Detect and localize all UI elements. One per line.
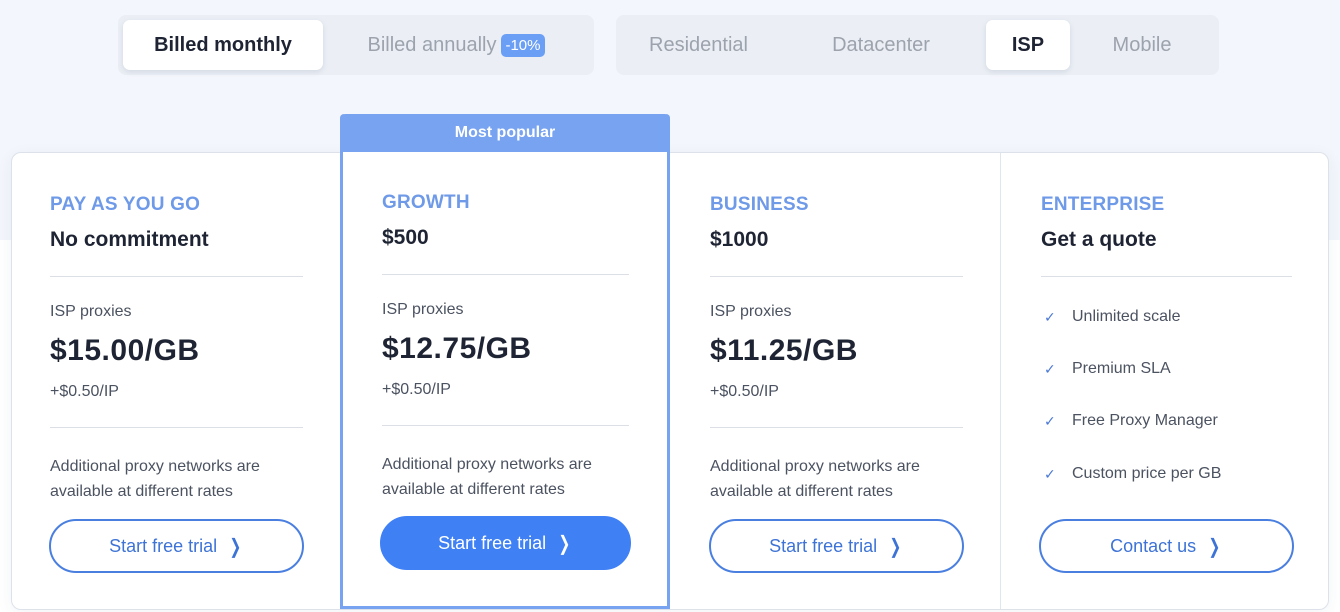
divider (50, 276, 303, 277)
button-label: Start free trial (438, 532, 547, 553)
tab-mobile-label: Mobile (1112, 33, 1172, 56)
feature-item: ✓ Premium SLA (1044, 360, 1171, 378)
check-icon: ✓ (1044, 308, 1056, 325)
divider (382, 425, 629, 426)
feature-label: Premium SLA (1072, 360, 1171, 377)
billing-monthly-label: Billed monthly (154, 33, 292, 56)
tab-residential-label: Residential (649, 33, 748, 56)
contact-us-button[interactable]: Contact us ❯ (1039, 519, 1294, 573)
button-label: Start free trial (769, 535, 878, 556)
plan-name: GROWTH (382, 192, 470, 213)
most-popular-badge: Most popular (340, 114, 670, 152)
chevron-right-icon: ❯ (558, 532, 571, 555)
tab-residential[interactable]: Residential (621, 20, 776, 70)
ip-price: +$0.50/IP (382, 381, 451, 398)
plan-name: PAY AS YOU GO (50, 194, 201, 215)
feature-item: ✓ Free Proxy Manager (1044, 412, 1218, 430)
divider (1041, 276, 1292, 277)
feature-label: Free Proxy Manager (1072, 412, 1218, 429)
divider (382, 274, 629, 275)
ip-price: +$0.50/IP (50, 383, 119, 400)
enterprise-divider (1000, 153, 1001, 609)
feature-item: ✓ Unlimited scale (1044, 308, 1180, 326)
plan-name: BUSINESS (710, 194, 809, 215)
proxy-label: ISP proxies (50, 303, 132, 320)
tab-isp-label: ISP (1011, 33, 1045, 56)
plan-price: $15.00/GB (50, 334, 200, 367)
chevron-right-icon: ❯ (1208, 535, 1221, 558)
feature-label: Unlimited scale (1072, 308, 1181, 325)
divider (710, 276, 963, 277)
plan-price: $11.25/GB (710, 334, 858, 367)
proxy-label: ISP proxies (710, 303, 792, 320)
start-free-trial-button[interactable]: Start free trial ❯ (380, 516, 631, 570)
ip-price: +$0.50/IP (710, 383, 779, 400)
divider (50, 427, 303, 428)
button-label: Start free trial (109, 535, 218, 556)
plan-subtitle: $1000 (710, 228, 769, 251)
plan-subtitle: $500 (382, 226, 429, 249)
plan-note: Additional proxy networks are available … (710, 458, 920, 500)
check-icon: ✓ (1044, 412, 1056, 429)
tab-datacenter[interactable]: Datacenter (776, 20, 986, 70)
most-popular-label: Most popular (454, 124, 556, 141)
plan-name: ENTERPRISE (1041, 194, 1165, 215)
start-free-trial-button[interactable]: Start free trial ❯ (709, 519, 964, 573)
billing-annually-option[interactable]: Billed annually -10% (323, 20, 589, 70)
billing-toggle: Billed monthly Billed annually -10% (118, 15, 594, 75)
start-free-trial-button[interactable]: Start free trial ❯ (49, 519, 304, 573)
billing-monthly-option[interactable]: Billed monthly (123, 20, 323, 70)
check-icon: ✓ (1044, 465, 1056, 482)
tab-mobile[interactable]: Mobile (1070, 20, 1214, 70)
divider (710, 427, 963, 428)
feature-item: ✓ Custom price per GB (1044, 465, 1221, 483)
tab-isp[interactable]: ISP (986, 20, 1070, 70)
plan-subtitle: No commitment (50, 228, 209, 251)
billing-annually-label: Billed annually (367, 33, 497, 56)
plan-subtitle: Get a quote (1041, 228, 1157, 251)
proxy-type-toggle: Residential Datacenter ISP Mobile (616, 15, 1219, 75)
plan-note: Additional proxy networks are available … (382, 456, 592, 498)
feature-label: Custom price per GB (1072, 465, 1222, 482)
tab-datacenter-label: Datacenter (832, 33, 930, 56)
chevron-right-icon: ❯ (889, 535, 902, 558)
pricing-cards: PAY AS YOU GO No commitment ISP proxies … (11, 152, 1329, 610)
chevron-right-icon: ❯ (229, 535, 242, 558)
proxy-label: ISP proxies (382, 301, 464, 318)
plan-price: $12.75/GB (382, 332, 532, 365)
discount-badge: -10% (501, 33, 545, 57)
plan-card-growth: Most popular GROWTH $500 ISP proxies $12… (340, 114, 670, 609)
check-icon: ✓ (1044, 360, 1056, 377)
plan-note: Additional proxy networks are available … (50, 458, 260, 500)
button-label: Contact us (1110, 535, 1197, 556)
